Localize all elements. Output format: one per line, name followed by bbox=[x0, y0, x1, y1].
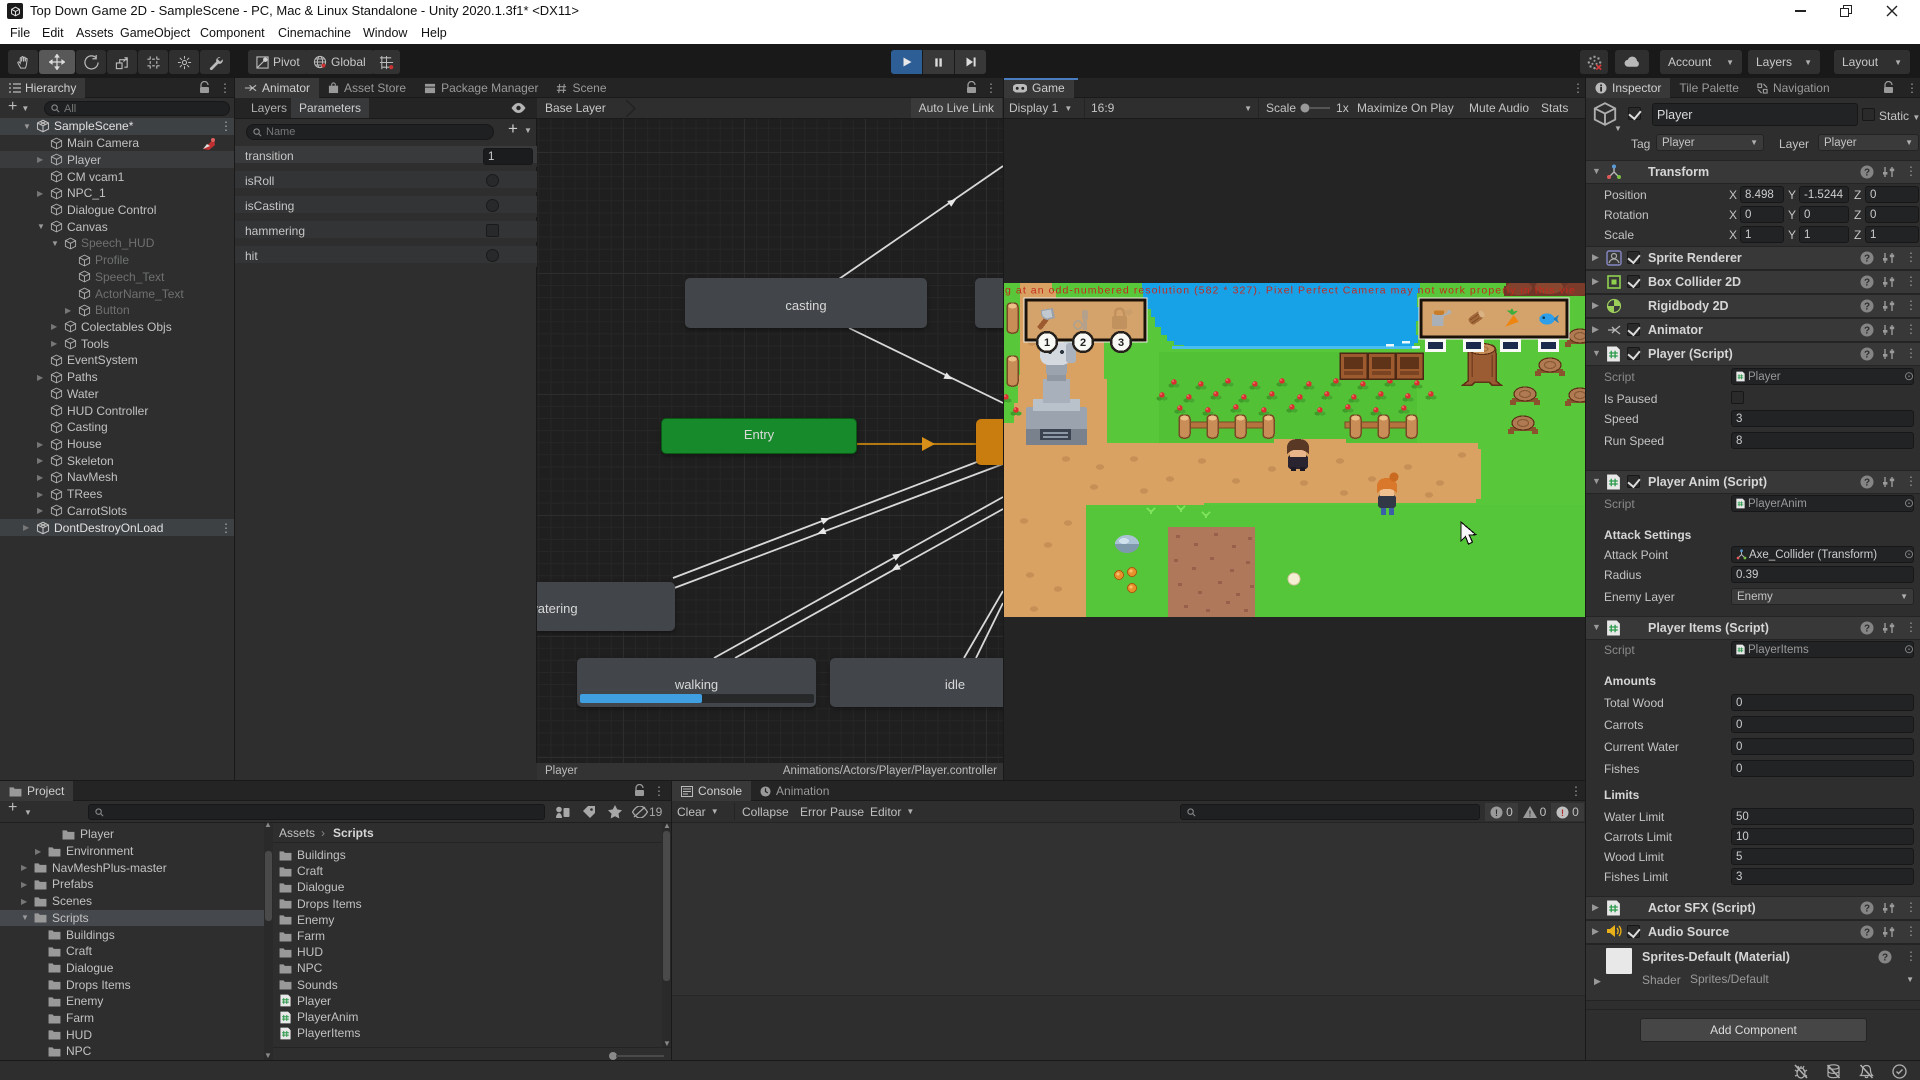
svg-text:?: ? bbox=[1864, 254, 1870, 265]
svg-text:?: ? bbox=[1864, 478, 1870, 489]
svg-text:!: ! bbox=[1561, 808, 1564, 818]
svg-text:1: 1 bbox=[1044, 337, 1050, 349]
svg-text:!: ! bbox=[1495, 808, 1498, 818]
svg-text:3: 3 bbox=[1118, 337, 1124, 349]
svg-text:?: ? bbox=[1864, 302, 1870, 313]
svg-text:g at an odd-numbered resolutio: g at an odd-numbered resolution (582 * 3… bbox=[1005, 285, 1575, 297]
svg-text:?: ? bbox=[1864, 326, 1870, 337]
svg-text:?: ? bbox=[1864, 928, 1870, 939]
svg-text:2: 2 bbox=[1080, 337, 1086, 349]
svg-text:?: ? bbox=[1864, 904, 1870, 915]
svg-text:!: ! bbox=[1528, 810, 1531, 819]
svg-text:?: ? bbox=[1864, 350, 1870, 361]
svg-text:?: ? bbox=[1864, 168, 1870, 179]
svg-text:?: ? bbox=[1864, 278, 1870, 289]
svg-text:?: ? bbox=[1864, 624, 1870, 635]
svg-text:?: ? bbox=[1882, 953, 1888, 964]
